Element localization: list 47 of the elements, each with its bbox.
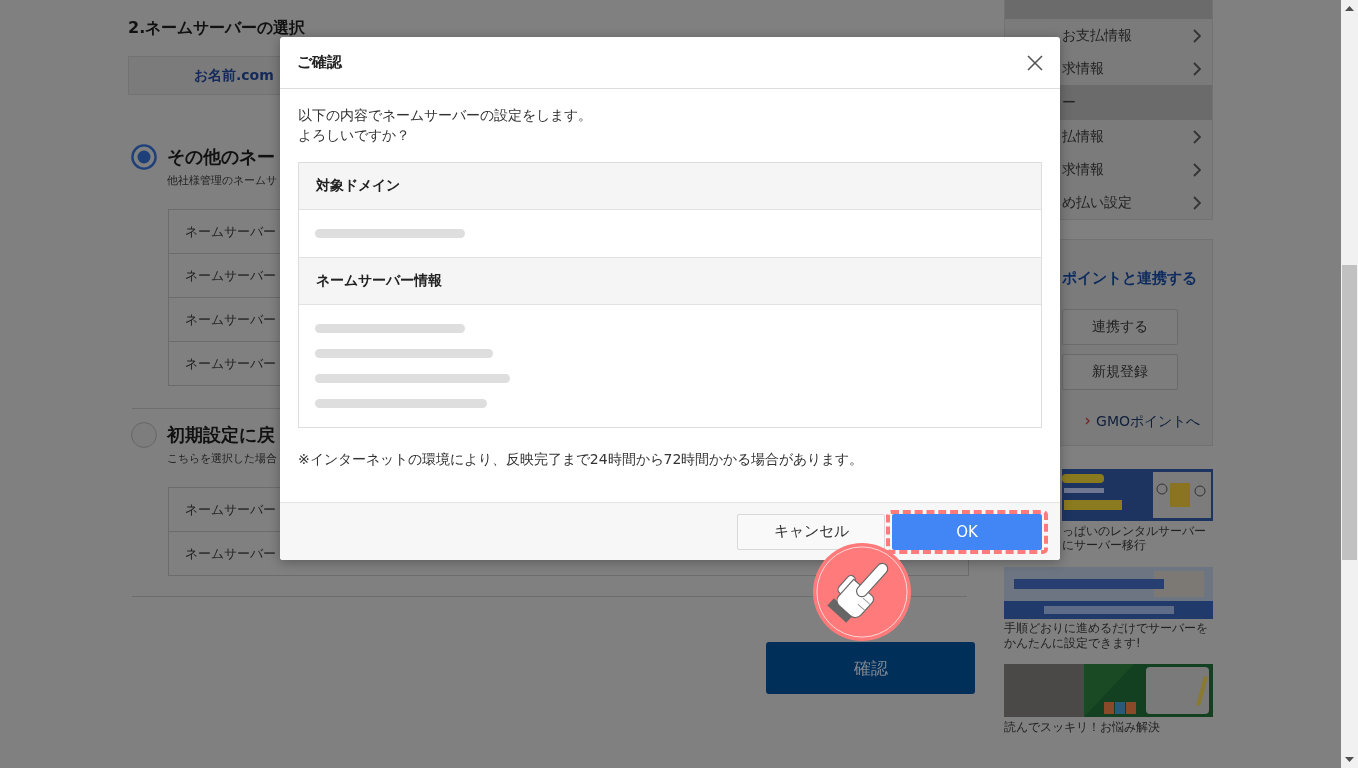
chevron-right-icon (1193, 195, 1201, 210)
field-label: ネームサーバー (185, 310, 276, 329)
ok-button[interactable]: OK (892, 513, 1042, 550)
provider-tab[interactable]: お名前.com (128, 56, 280, 95)
option-description: 他社様管理のネームサ (167, 173, 277, 189)
chevron-right-icon (1193, 129, 1201, 144)
table-header-cell: ネームサーバー情報 (299, 257, 1041, 305)
scroll-down-icon[interactable] (1345, 757, 1354, 762)
table-header-cell: 対象ドメイン (299, 163, 1041, 210)
chevron-right-icon (1193, 61, 1201, 76)
points-button[interactable]: 連携する (1062, 309, 1178, 345)
field-label: ネームサーバー (185, 544, 276, 563)
banner-caption: 手順どおりに進めるだけでサーバーをかんたんに設定できます! (1004, 621, 1209, 651)
dialog-message: よろしいですか？ (298, 126, 410, 145)
banner-drawing[interactable] (1004, 664, 1213, 717)
banner-caption: にサーバー移行 (1062, 538, 1146, 552)
dialog-title: ご確認 (297, 53, 342, 72)
radio-button[interactable] (131, 422, 157, 448)
field-label: ネームサーバー (185, 222, 276, 241)
banner-drawing[interactable] (1062, 469, 1213, 521)
option-description: こちらを選択した場合 (167, 451, 277, 467)
points-button[interactable]: 新規登録 (1062, 354, 1178, 390)
points-title: ポイントと連携する (1062, 269, 1197, 287)
close-icon[interactable] (1027, 54, 1043, 71)
banner-caption: 読んでスッキリ！お悩み解決 (1004, 720, 1160, 734)
confirm-button[interactable]: 確認 (766, 642, 975, 694)
points-link[interactable]: GMOポイントへ (1085, 412, 1200, 430)
dialog-note: ※インターネットの環境により、反映完了まで24時間から72時間かかる場合があります。 (298, 450, 864, 469)
chevron-right-icon (1193, 28, 1201, 43)
field-label: ネームサーバー (185, 266, 276, 285)
field-label: ネームサーバー (185, 354, 276, 373)
banner-caption: っぱいのレンタルサーバー (1062, 524, 1206, 538)
scrollbar-thumb[interactable] (1342, 265, 1357, 560)
chevron-right-icon (1085, 417, 1091, 425)
menu-item[interactable]: 払情報 (1005, 120, 1212, 153)
scroll-up-icon[interactable] (1345, 6, 1354, 11)
cancel-button[interactable]: キャンセル (737, 513, 885, 550)
menu-item[interactable]: お支払情報 (1005, 19, 1212, 52)
option-label: 初期設定に戻 (167, 423, 275, 447)
option-label: その他のネー (167, 145, 275, 169)
menu-item[interactable]: 求情報 (1005, 52, 1212, 85)
section-title: 2.ネームサーバーの選択 (128, 19, 306, 36)
dialog-message: 以下の内容でネームサーバーの設定をします。 (298, 106, 592, 125)
field-label: ネームサーバー (185, 500, 276, 519)
radio-button[interactable] (131, 144, 157, 170)
chevron-right-icon (1193, 162, 1201, 177)
banner-drawing[interactable] (1004, 567, 1213, 619)
